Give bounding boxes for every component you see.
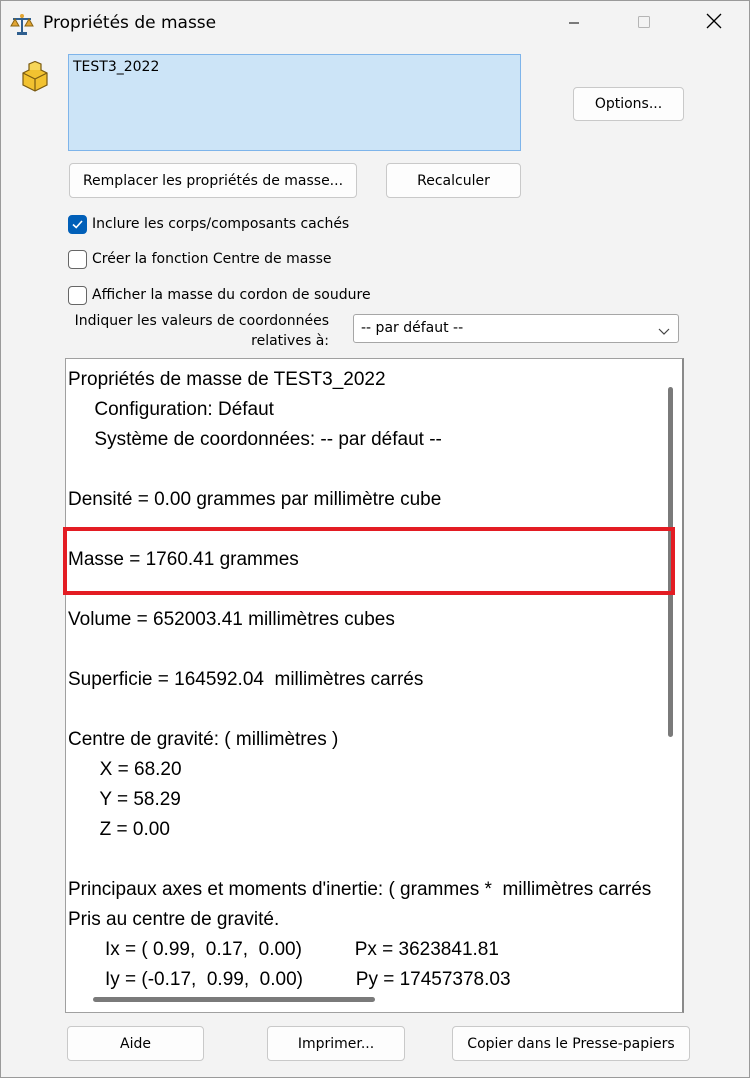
results-line: Pris au centre de gravité.	[68, 909, 280, 930]
results-line: Iy = (-0.17, 0.99, 0.00) Py = 17457378.0…	[68, 969, 511, 990]
help-button[interactable]: Aide	[67, 1026, 204, 1061]
include-hidden-checkbox[interactable]	[68, 214, 87, 234]
results-line	[68, 635, 654, 665]
mass-highlight-box	[63, 527, 675, 595]
check-icon	[72, 219, 83, 229]
results-text: Propriétés de masse de TEST3_2022 Config…	[68, 365, 654, 991]
recalculate-button[interactable]: Recalculer	[386, 163, 521, 198]
weld-bead-mass-checkbox-row[interactable]: Afficher la masse du cordon de soudure	[68, 284, 371, 306]
horizontal-scrollbar[interactable]	[93, 997, 375, 1002]
results-line: Z = 0.00	[68, 819, 170, 840]
coordinate-system-dropdown[interactable]: -- par défaut --	[353, 314, 679, 343]
results-line: Configuration: Défaut	[68, 399, 274, 420]
results-line: Système de coordonnées: -- par défaut --	[68, 429, 442, 450]
maximize-button[interactable]	[621, 1, 667, 45]
results-line: Centre de gravité: ( millimètres )	[68, 729, 339, 750]
mass-properties-results[interactable]: Propriétés de masse de TEST3_2022 Config…	[65, 358, 684, 1013]
title-bar[interactable]: Propriétés de masse	[1, 1, 749, 45]
results-line: Y = 58.29	[68, 789, 181, 810]
copy-to-clipboard-button[interactable]: Copier dans le Presse-papiers	[452, 1026, 690, 1061]
selected-component-item[interactable]: TEST3_2022	[73, 59, 159, 75]
results-line: Propriétés de masse de TEST3_2022	[68, 369, 386, 390]
minimize-button[interactable]	[551, 1, 597, 45]
scale-icon	[10, 12, 34, 36]
close-icon	[706, 13, 722, 33]
include-hidden-label: Inclure les corps/composants cachés	[92, 216, 350, 232]
maximize-icon	[637, 14, 651, 33]
results-line: Ix = ( 0.99, 0.17, 0.00) Px = 3623841.81	[68, 939, 499, 960]
close-button[interactable]	[691, 1, 737, 45]
window-title: Propriétés de masse	[43, 13, 217, 33]
create-center-of-mass-checkbox[interactable]	[68, 249, 87, 269]
coordinate-system-value: -- par défaut --	[361, 320, 464, 336]
selected-components-list[interactable]: TEST3_2022	[68, 54, 521, 151]
chevron-down-icon	[658, 322, 670, 341]
print-button[interactable]: Imprimer...	[267, 1026, 405, 1061]
include-hidden-checkbox-row[interactable]: Inclure les corps/composants cachés	[68, 213, 349, 235]
results-line: Superficie = 164592.04 millimètres carré…	[68, 669, 424, 690]
results-line	[68, 455, 654, 485]
results-line: Densité = 0.00 grammes par millimètre cu…	[68, 489, 442, 510]
coordinate-system-label-line2: relatives à:	[251, 333, 329, 349]
part-icon	[20, 60, 50, 93]
create-center-of-mass-label: Créer la fonction Centre de masse	[92, 251, 332, 267]
results-line: Principaux axes et moments d'inertie: ( …	[68, 879, 654, 900]
coordinate-system-label: Indiquer les valeurs de coordonnées rela…	[61, 311, 329, 351]
minimize-icon	[568, 14, 580, 33]
results-line	[68, 695, 654, 725]
results-line: Volume = 652003.41 millimètres cubes	[68, 609, 395, 630]
results-line: X = 68.20	[68, 759, 182, 780]
weld-bead-mass-label: Afficher la masse du cordon de soudure	[92, 287, 371, 303]
weld-bead-mass-checkbox[interactable]	[68, 285, 87, 305]
options-button[interactable]: Options...	[573, 87, 684, 121]
results-line	[68, 845, 654, 875]
coordinate-system-label-line1: Indiquer les valeurs de coordonnées	[74, 313, 329, 329]
create-center-of-mass-checkbox-row[interactable]: Créer la fonction Centre de masse	[68, 248, 332, 270]
mass-properties-window: Propriétés de masse TEST3_2022 Options..…	[0, 0, 750, 1078]
replace-mass-properties-button[interactable]: Remplacer les propriétés de masse...	[69, 163, 357, 198]
